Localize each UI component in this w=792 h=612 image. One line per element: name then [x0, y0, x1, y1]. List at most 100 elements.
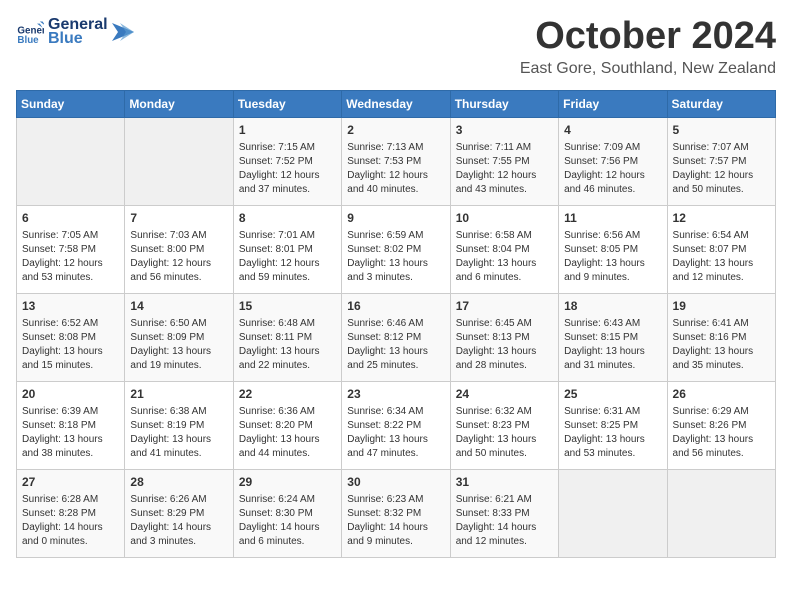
day-info: and 56 minutes. — [673, 447, 770, 461]
day-info: Sunrise: 6:58 AM — [456, 229, 553, 243]
day-info: and 12 minutes. — [456, 535, 553, 549]
calendar-week-row: 20Sunrise: 6:39 AMSunset: 8:18 PMDayligh… — [17, 381, 776, 469]
day-number: 29 — [239, 474, 336, 491]
day-info: and 9 minutes. — [564, 271, 661, 285]
table-row: 12Sunrise: 6:54 AMSunset: 8:07 PMDayligh… — [667, 205, 775, 293]
day-number: 10 — [456, 210, 553, 227]
header-thursday: Thursday — [450, 90, 558, 117]
day-info: Daylight: 13 hours — [456, 345, 553, 359]
day-info: Daylight: 13 hours — [239, 345, 336, 359]
day-info: Sunset: 8:02 PM — [347, 243, 444, 257]
day-info: Daylight: 14 hours — [239, 521, 336, 535]
day-info: and 3 minutes. — [130, 535, 227, 549]
day-info: and 56 minutes. — [130, 271, 227, 285]
table-row: 13Sunrise: 6:52 AMSunset: 8:08 PMDayligh… — [17, 293, 125, 381]
page-header: General Blue General Blue October 2024 E… — [16, 16, 776, 78]
day-info: and 25 minutes. — [347, 359, 444, 373]
day-number: 27 — [22, 474, 119, 491]
day-info: Daylight: 12 hours — [239, 257, 336, 271]
day-info: and 41 minutes. — [130, 447, 227, 461]
day-info: Sunset: 8:23 PM — [456, 419, 553, 433]
day-info: Daylight: 14 hours — [347, 521, 444, 535]
day-number: 31 — [456, 474, 553, 491]
day-info: Daylight: 13 hours — [347, 257, 444, 271]
day-info: Daylight: 13 hours — [673, 345, 770, 359]
day-info: Daylight: 13 hours — [347, 433, 444, 447]
day-number: 26 — [673, 386, 770, 403]
day-number: 2 — [347, 122, 444, 139]
day-info: Daylight: 13 hours — [456, 433, 553, 447]
day-info: Sunrise: 7:03 AM — [130, 229, 227, 243]
table-row: 26Sunrise: 6:29 AMSunset: 8:26 PMDayligh… — [667, 381, 775, 469]
day-info: and 6 minutes. — [456, 271, 553, 285]
day-info: and 44 minutes. — [239, 447, 336, 461]
day-info: Daylight: 14 hours — [22, 521, 119, 535]
table-row: 8Sunrise: 7:01 AMSunset: 8:01 PMDaylight… — [233, 205, 341, 293]
day-info: Daylight: 13 hours — [22, 345, 119, 359]
logo-arrow-icon — [112, 23, 134, 41]
day-info: Sunset: 8:11 PM — [239, 331, 336, 345]
table-row: 5Sunrise: 7:07 AMSunset: 7:57 PMDaylight… — [667, 117, 775, 205]
day-number: 5 — [673, 122, 770, 139]
table-row: 17Sunrise: 6:45 AMSunset: 8:13 PMDayligh… — [450, 293, 558, 381]
day-info: Sunset: 8:26 PM — [673, 419, 770, 433]
day-info: and 47 minutes. — [347, 447, 444, 461]
day-info: Sunset: 8:32 PM — [347, 507, 444, 521]
day-info: Daylight: 14 hours — [130, 521, 227, 535]
day-info: Daylight: 13 hours — [456, 257, 553, 271]
day-info: and 22 minutes. — [239, 359, 336, 373]
day-info: Sunrise: 7:05 AM — [22, 229, 119, 243]
day-info: Sunrise: 6:32 AM — [456, 405, 553, 419]
day-info: Daylight: 13 hours — [347, 345, 444, 359]
day-info: Sunrise: 7:01 AM — [239, 229, 336, 243]
calendar-week-row: 13Sunrise: 6:52 AMSunset: 8:08 PMDayligh… — [17, 293, 776, 381]
table-row: 3Sunrise: 7:11 AMSunset: 7:55 PMDaylight… — [450, 117, 558, 205]
day-info: and 40 minutes. — [347, 183, 444, 197]
table-row: 2Sunrise: 7:13 AMSunset: 7:53 PMDaylight… — [342, 117, 450, 205]
day-info: Sunrise: 6:31 AM — [564, 405, 661, 419]
day-info: Sunrise: 6:50 AM — [130, 317, 227, 331]
table-row: 15Sunrise: 6:48 AMSunset: 8:11 PMDayligh… — [233, 293, 341, 381]
table-row: 28Sunrise: 6:26 AMSunset: 8:29 PMDayligh… — [125, 469, 233, 557]
day-info: Sunset: 8:12 PM — [347, 331, 444, 345]
day-info: Sunset: 8:08 PM — [22, 331, 119, 345]
table-row: 16Sunrise: 6:46 AMSunset: 8:12 PMDayligh… — [342, 293, 450, 381]
day-info: Sunset: 8:25 PM — [564, 419, 661, 433]
header-friday: Friday — [559, 90, 667, 117]
table-row: 29Sunrise: 6:24 AMSunset: 8:30 PMDayligh… — [233, 469, 341, 557]
day-info: Sunset: 8:13 PM — [456, 331, 553, 345]
day-info: and 37 minutes. — [239, 183, 336, 197]
day-info: and 59 minutes. — [239, 271, 336, 285]
title-area: October 2024 East Gore, Southland, New Z… — [520, 16, 776, 78]
table-row: 23Sunrise: 6:34 AMSunset: 8:22 PMDayligh… — [342, 381, 450, 469]
day-number: 13 — [22, 298, 119, 315]
day-info: Sunrise: 6:41 AM — [673, 317, 770, 331]
calendar-week-row: 27Sunrise: 6:28 AMSunset: 8:28 PMDayligh… — [17, 469, 776, 557]
day-info: Sunset: 7:55 PM — [456, 155, 553, 169]
table-row — [559, 469, 667, 557]
table-row: 24Sunrise: 6:32 AMSunset: 8:23 PMDayligh… — [450, 381, 558, 469]
day-info: Sunset: 8:07 PM — [673, 243, 770, 257]
day-info: Daylight: 12 hours — [130, 257, 227, 271]
day-info: Sunset: 7:57 PM — [673, 155, 770, 169]
day-info: Sunset: 8:19 PM — [130, 419, 227, 433]
day-number: 6 — [22, 210, 119, 227]
day-info: Sunset: 8:09 PM — [130, 331, 227, 345]
day-info: and 15 minutes. — [22, 359, 119, 373]
day-number: 15 — [239, 298, 336, 315]
calendar-week-row: 1Sunrise: 7:15 AMSunset: 7:52 PMDaylight… — [17, 117, 776, 205]
day-info: Sunset: 7:53 PM — [347, 155, 444, 169]
day-number: 11 — [564, 210, 661, 227]
table-row: 7Sunrise: 7:03 AMSunset: 8:00 PMDaylight… — [125, 205, 233, 293]
day-number: 19 — [673, 298, 770, 315]
day-info: Daylight: 12 hours — [22, 257, 119, 271]
header-saturday: Saturday — [667, 90, 775, 117]
day-number: 28 — [130, 474, 227, 491]
day-info: Sunrise: 6:24 AM — [239, 493, 336, 507]
day-info: Daylight: 12 hours — [239, 169, 336, 183]
day-info: Sunrise: 6:56 AM — [564, 229, 661, 243]
day-info: Sunrise: 7:09 AM — [564, 141, 661, 155]
day-number: 16 — [347, 298, 444, 315]
day-info: Sunset: 7:58 PM — [22, 243, 119, 257]
table-row: 19Sunrise: 6:41 AMSunset: 8:16 PMDayligh… — [667, 293, 775, 381]
